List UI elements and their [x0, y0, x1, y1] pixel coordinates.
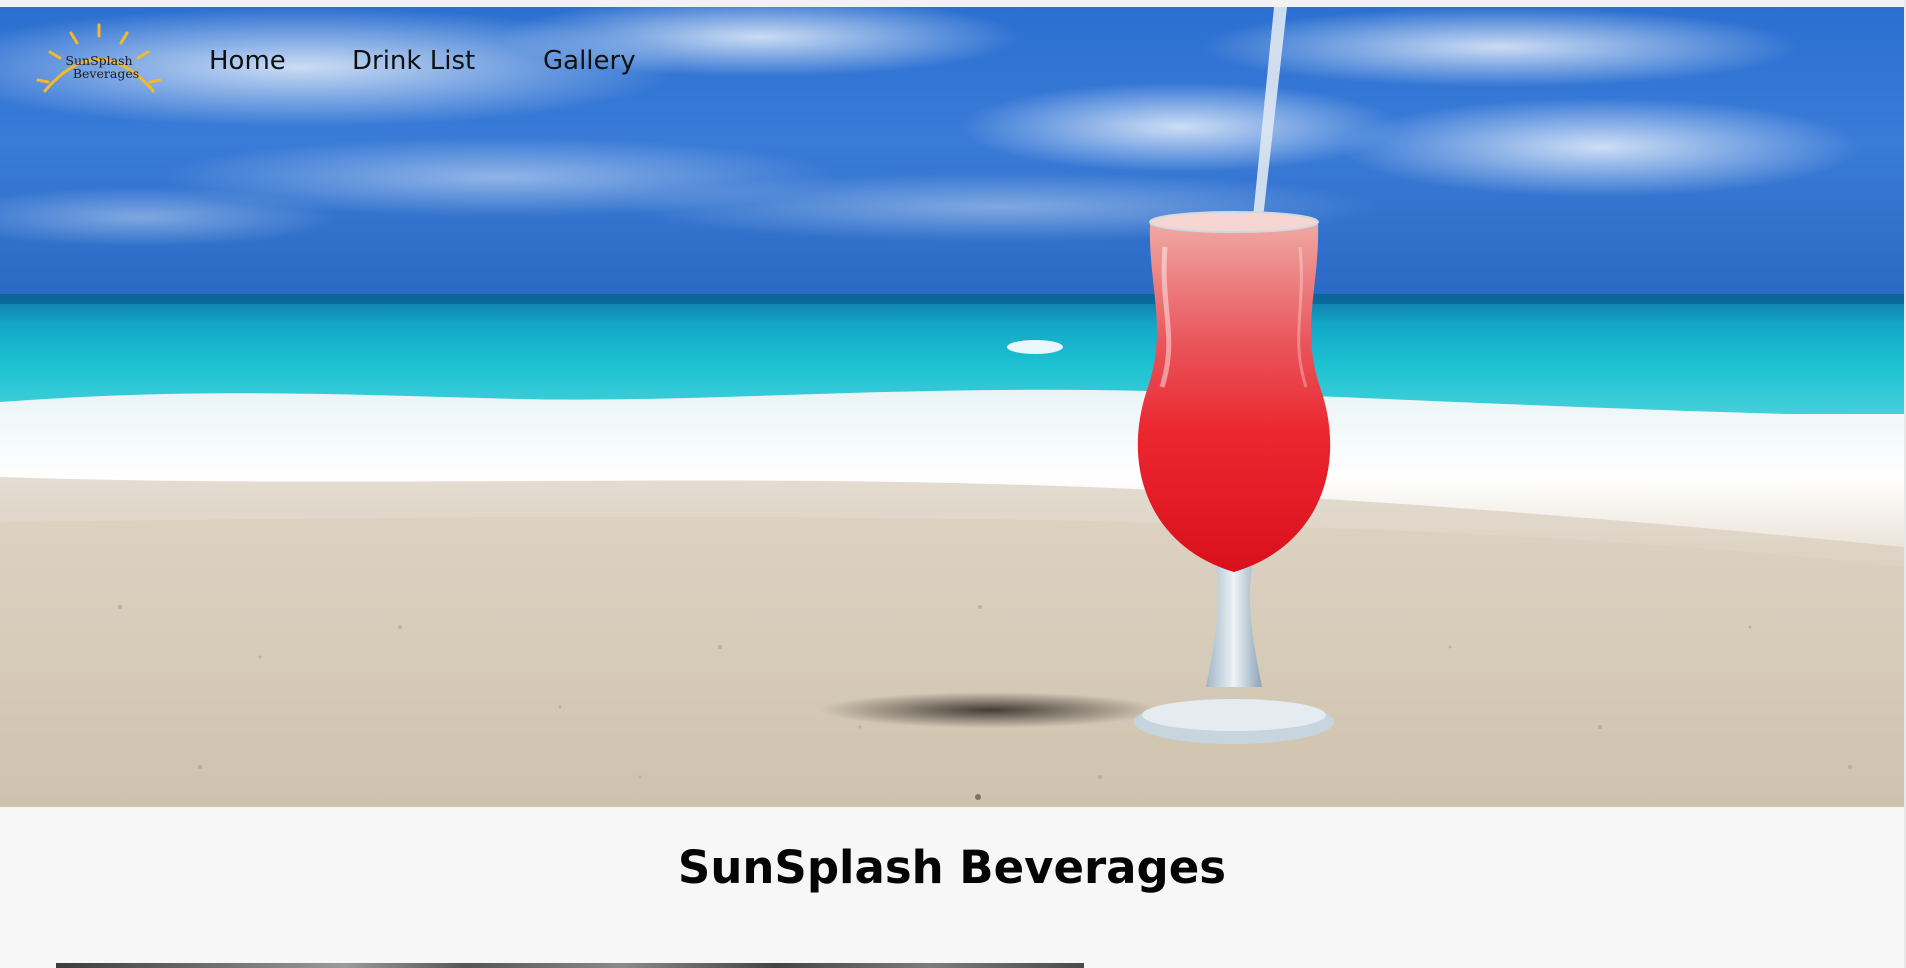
page: SunSplash Beverages Home Drink List Gall… [0, 0, 1906, 968]
hero-image [0, 7, 1904, 807]
nav-link-home[interactable]: Home [209, 46, 286, 76]
top-strip [0, 0, 1906, 7]
page-title: SunSplash Beverages [677, 841, 1227, 894]
nav-link-drink-list[interactable]: Drink List [352, 46, 475, 76]
gallery-image-partial [56, 963, 1084, 968]
top-nav: SunSplash Beverages Home Drink List Gall… [0, 7, 1904, 107]
nav-link-gallery[interactable]: Gallery [543, 46, 636, 76]
brand-logo[interactable]: SunSplash Beverages [36, 22, 162, 96]
logo-text: SunSplash Beverages [36, 54, 162, 80]
logo-line-2: Beverages [72, 66, 140, 81]
